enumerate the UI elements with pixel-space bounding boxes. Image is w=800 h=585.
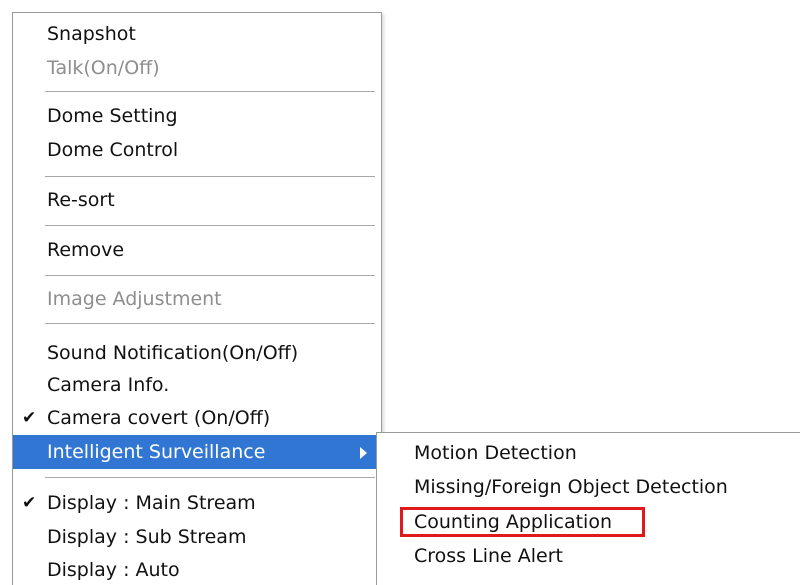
menu-item-label: Display : Sub Stream [47, 526, 247, 548]
menu-item-image-adjustment: Image Adjustment [13, 282, 381, 316]
menu-separator [45, 275, 375, 276]
intelligent-surveillance-submenu: Motion Detection Missing/Foreign Object … [376, 432, 800, 585]
menu-separator [45, 176, 375, 177]
menu-item-intelligent-surveillance[interactable]: Intelligent Surveillance [13, 435, 381, 469]
submenu-item-cross-line-alert[interactable]: Cross Line Alert [377, 539, 800, 573]
menu-item-remove[interactable]: Remove [13, 233, 381, 267]
menu-item-display-sub-stream[interactable]: Display : Sub Stream [13, 520, 381, 554]
menu-item-dome-setting[interactable]: Dome Setting [13, 99, 381, 133]
submenu-item-label: Counting Application [414, 511, 613, 533]
submenu-item-counting-application[interactable]: Counting Application [377, 505, 800, 539]
submenu-item-label: Missing/Foreign Object Detection [414, 476, 728, 498]
stage: Snapshot Talk(On/Off) Dome Setting Dome … [0, 0, 800, 585]
submenu-item-label: Cross Line Alert [414, 545, 563, 567]
menu-item-label: Snapshot [47, 23, 136, 45]
menu-separator [45, 323, 375, 324]
menu-item-label: Dome Setting [47, 105, 178, 127]
menu-item-label: Camera Info. [47, 374, 170, 396]
menu-item-display-main-stream[interactable]: ✔ Display : Main Stream [13, 486, 381, 520]
menu-item-label: Remove [47, 239, 125, 261]
check-icon: ✔ [22, 408, 37, 428]
menu-item-label: Re-sort [47, 189, 115, 211]
menu-item-display-auto[interactable]: Display : Auto [13, 553, 381, 585]
check-icon: ✔ [22, 493, 37, 513]
menu-item-dome-control[interactable]: Dome Control [13, 133, 381, 167]
menu-item-label: Talk(On/Off) [47, 57, 160, 79]
context-menu: Snapshot Talk(On/Off) Dome Setting Dome … [12, 12, 382, 585]
menu-item-label: Camera covert (On/Off) [47, 407, 271, 429]
menu-separator [45, 225, 375, 226]
menu-item-label: Intelligent Surveillance [47, 441, 266, 463]
menu-item-label: Image Adjustment [47, 288, 222, 310]
menu-item-re-sort[interactable]: Re-sort [13, 183, 381, 217]
submenu-item-missing-foreign-object-detection[interactable]: Missing/Foreign Object Detection [377, 470, 800, 504]
menu-item-label: Display : Auto [47, 559, 180, 581]
menu-item-label: Sound Notification(On/Off) [47, 342, 299, 364]
menu-item-label: Dome Control [47, 139, 179, 161]
menu-item-sound-notification[interactable]: Sound Notification(On/Off) [13, 336, 381, 370]
menu-separator [45, 477, 375, 478]
menu-item-camera-info[interactable]: Camera Info. [13, 368, 381, 402]
menu-item-snapshot[interactable]: Snapshot [13, 17, 381, 51]
menu-item-talk: Talk(On/Off) [13, 51, 381, 85]
menu-separator [45, 91, 375, 92]
submenu-item-label: Motion Detection [414, 442, 577, 464]
chevron-right-icon [360, 447, 367, 459]
menu-item-camera-covert[interactable]: ✔ Camera covert (On/Off) [13, 401, 381, 435]
menu-item-label: Display : Main Stream [47, 492, 256, 514]
submenu-item-motion-detection[interactable]: Motion Detection [377, 436, 800, 470]
